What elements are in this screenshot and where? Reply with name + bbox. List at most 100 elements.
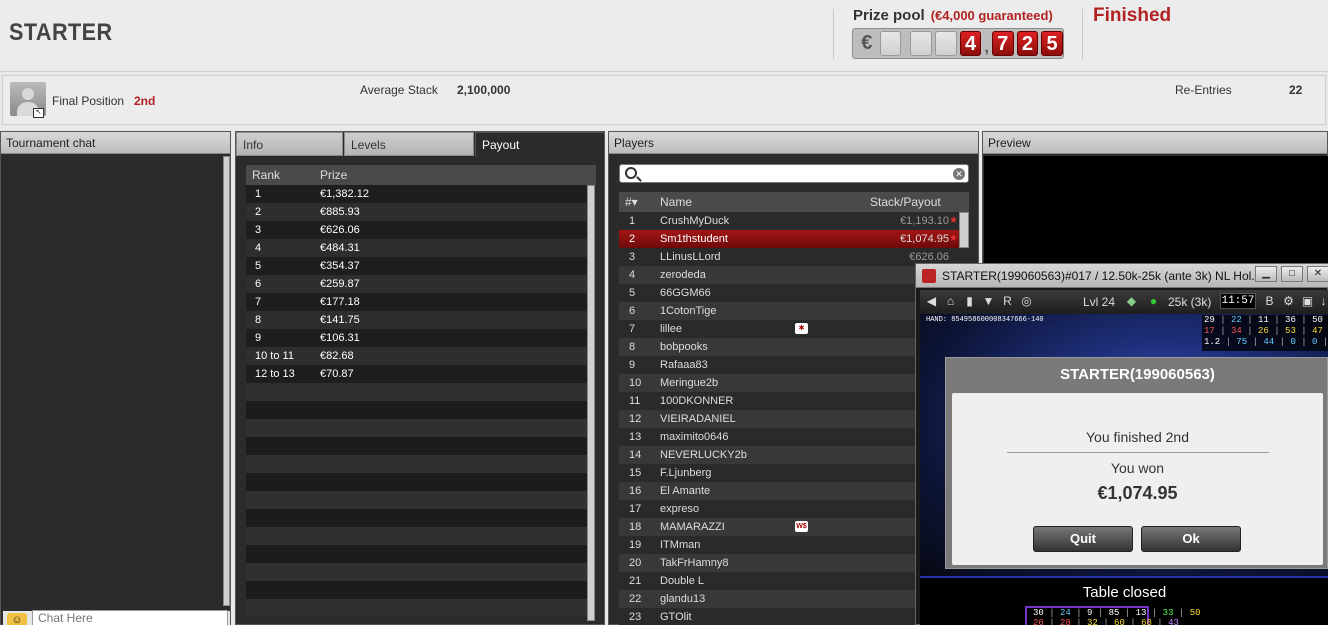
player-row[interactable]: 11 100DKONNER — [619, 392, 959, 410]
guaranteed-amount: (€4,000 guaranteed) — [930, 8, 1053, 23]
clear-icon[interactable]: ✕ — [953, 168, 965, 180]
player-name: Rafaaa83 — [660, 359, 708, 371]
tournament-header: STARTER Prize pool (€4,000 guaranteed) € … — [0, 0, 1328, 72]
player-row[interactable]: 4zerodeda€ — [619, 266, 959, 284]
avatar-edit-icon[interactable]: ↖ — [33, 108, 44, 118]
player-row[interactable]: 17 expreso — [619, 500, 959, 518]
payout-rank: 8 — [255, 314, 262, 326]
player-row[interactable]: 20 TakFrHamny8 — [619, 554, 959, 572]
player-row[interactable]: 22 glandu13 — [619, 590, 959, 608]
player-hud-bottom[interactable]: 30 | 24 | 9 | 85 | 13 | 33 | 50 26 | 28 |… — [1025, 606, 1201, 625]
player-row[interactable]: 9Rafaaa83€ — [619, 356, 959, 374]
payout-empty-row — [246, 599, 587, 617]
chat-scrollbar[interactable] — [223, 156, 230, 606]
bet-icon[interactable]: B — [1262, 294, 1277, 309]
prize-column-header[interactable]: Prize — [320, 168, 347, 182]
players-scrollbar[interactable] — [959, 212, 969, 248]
payout-row: 7 €177.18 — [246, 293, 587, 311]
player-rank: 8 — [629, 341, 636, 353]
hud-stat: 68 — [1141, 618, 1152, 625]
player-name: F.Ljunberg — [660, 467, 712, 479]
player-rank: 23 — [629, 611, 642, 623]
player-row[interactable]: 3 LLinusLLord €626.06 — [619, 248, 959, 266]
player-row[interactable]: 7lillee✱€ — [619, 320, 959, 338]
maximize-button[interactable]: □ — [1281, 266, 1303, 282]
level-label: Lvl 24 — [1083, 295, 1116, 309]
lobby-icon[interactable]: ◀ — [924, 294, 939, 309]
note-icon[interactable]: ◆ — [1124, 294, 1139, 309]
chat-messages[interactable] — [2, 156, 224, 625]
tab-info[interactable]: Info — [236, 132, 343, 156]
divider — [1082, 9, 1083, 59]
hud-stat: 26 — [1033, 618, 1044, 625]
download-icon[interactable]: ↓ — [1316, 294, 1328, 309]
you-won-label: You won — [1110, 460, 1165, 476]
result-dialog: STARTER(199060563) You finished 2nd You … — [945, 357, 1328, 569]
player-row[interactable]: 1 CrushMyDuck €1,193.10 ★ — [619, 212, 959, 230]
rank-column-header[interactable]: Rank — [252, 168, 280, 182]
payout-rank: 12 to 13 — [255, 368, 295, 380]
payout-rank: 2 — [255, 206, 262, 218]
stack-column-header[interactable]: Stack/Payout — [870, 195, 941, 209]
player-hud[interactable]: 29 | 22 | 11 | 36 | 50 | 8 | 6017 | 34 |… — [1202, 315, 1328, 351]
prize-digit: 4 — [959, 31, 982, 56]
hud-stat: 32 — [1087, 618, 1098, 625]
close-button[interactable]: ✕ — [1307, 266, 1328, 282]
player-row[interactable]: 16 El Amante — [619, 482, 959, 500]
tile-icon[interactable]: ▣ — [1300, 294, 1315, 309]
player-name: TakFrHamny8 — [660, 557, 729, 569]
search-icon — [625, 167, 637, 179]
payout-row: 2 €885.93 — [246, 203, 587, 221]
player-rank: 11 — [629, 395, 641, 407]
payout-prize: €141.75 — [320, 314, 360, 326]
rebuy-icon[interactable]: R — [1000, 294, 1015, 309]
payout-empty-row — [246, 473, 587, 491]
player-row[interactable]: 8bobpooks€ — [619, 338, 959, 356]
chips-icon[interactable]: ● — [1146, 294, 1161, 309]
player-name: ITMman — [660, 539, 701, 551]
tab-payout[interactable]: Payout — [475, 132, 605, 156]
minimize-button[interactable]: ▁ — [1255, 266, 1277, 282]
player-search-input[interactable]: ✕ — [619, 164, 969, 183]
player-payout: €1,193.10 — [900, 215, 949, 227]
payout-row: 1 €1,382.12 — [246, 185, 587, 203]
payout-empty-row — [246, 509, 587, 527]
table-icon[interactable]: ▼ — [981, 294, 996, 309]
prize-pool-label: Prize pool (€4,000 guaranteed) — [853, 7, 1053, 24]
payout-row: 3 €626.06 — [246, 221, 587, 239]
hud-stat: 29 — [1204, 315, 1215, 325]
chat-input[interactable] — [32, 610, 228, 625]
stats-icon[interactable]: ▮ — [962, 294, 977, 309]
player-row[interactable]: 10 Meringue2b — [619, 374, 959, 392]
payout-scrollbar[interactable] — [587, 185, 595, 621]
emoji-icon[interactable]: ☺ — [7, 613, 27, 625]
dialog-divider — [1007, 452, 1269, 453]
chip-icon[interactable]: ◎ — [1019, 294, 1034, 309]
quit-button[interactable]: Quit — [1033, 526, 1133, 552]
player-row[interactable]: 21 Double L — [619, 572, 959, 590]
player-row[interactable]: 2 Sm1thstudent €1,074.95 ★ — [619, 230, 959, 248]
home-icon[interactable]: ⌂ — [943, 294, 958, 309]
settings-icon[interactable]: ⚙ — [1281, 294, 1296, 309]
player-rank: 9 — [629, 359, 636, 371]
player-row[interactable]: 18 MAMARAZZI W$ — [619, 518, 959, 536]
payout-row: 6 €259.87 — [246, 275, 587, 293]
hud-stat: 85 — [1108, 608, 1120, 618]
player-name: El Amante — [660, 485, 711, 497]
player-row[interactable]: 15 F.Ljunberg — [619, 464, 959, 482]
hud-stat: 50 — [1312, 315, 1323, 325]
player-row[interactable]: 61CotonTige€ — [619, 302, 959, 320]
player-rank: 4 — [629, 269, 636, 281]
player-row[interactable]: 14 NEVERLUCKY2b — [619, 446, 959, 464]
player-row[interactable]: 19 ITMman — [619, 536, 959, 554]
player-row[interactable]: 23 GTOlit — [619, 608, 959, 625]
ok-button[interactable]: Ok — [1141, 526, 1241, 552]
player-badge-icon: W$ — [795, 521, 808, 532]
player-row[interactable]: 13 maximito0646 — [619, 428, 959, 446]
rank-column-header[interactable]: #▾ — [625, 195, 638, 209]
name-column-header[interactable]: Name — [660, 195, 692, 209]
clock-display: 11:57 — [1220, 293, 1256, 309]
player-row[interactable]: 566GGM66€ — [619, 284, 959, 302]
player-row[interactable]: 12 VIEIRADANIEL — [619, 410, 959, 428]
tab-levels[interactable]: Levels — [344, 132, 474, 156]
